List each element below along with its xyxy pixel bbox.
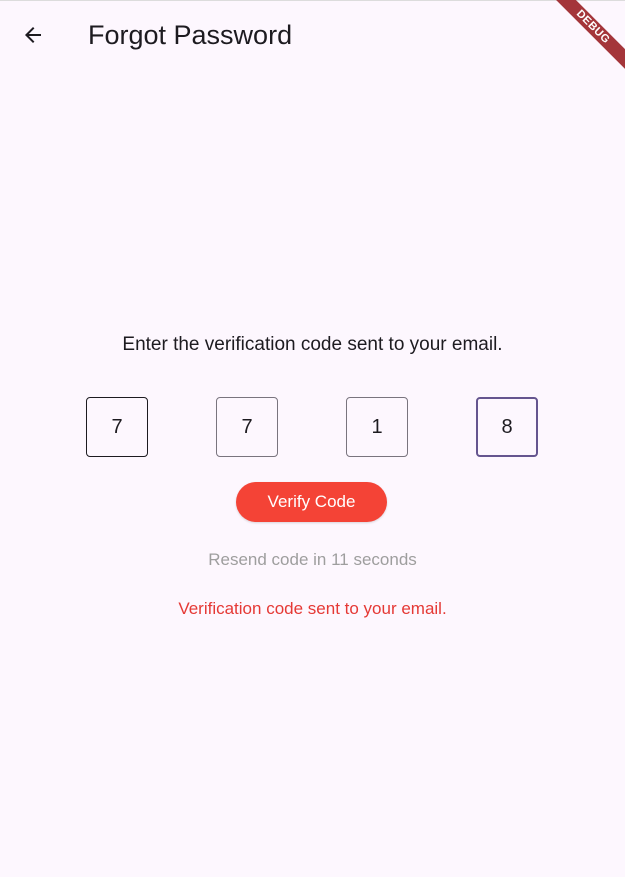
- code-digit-input-4[interactable]: 8: [476, 397, 538, 457]
- resend-countdown-text: Resend code in 11 seconds: [208, 550, 417, 569]
- code-digit-input-1[interactable]: 7: [86, 397, 148, 457]
- verify-code-button[interactable]: Verify Code: [236, 482, 387, 522]
- code-digit-input-3[interactable]: 1: [346, 397, 408, 457]
- code-digit-input-2[interactable]: 7: [216, 397, 278, 457]
- instruction-text: Enter the verification code sent to your…: [122, 334, 503, 355]
- status-message: Verification code sent to your email.: [178, 599, 447, 618]
- back-button[interactable]: [13, 15, 53, 55]
- page-title: Forgot Password: [88, 20, 293, 50]
- app-bar: Forgot Password: [0, 0, 625, 70]
- arrow-left-icon: [25, 27, 41, 43]
